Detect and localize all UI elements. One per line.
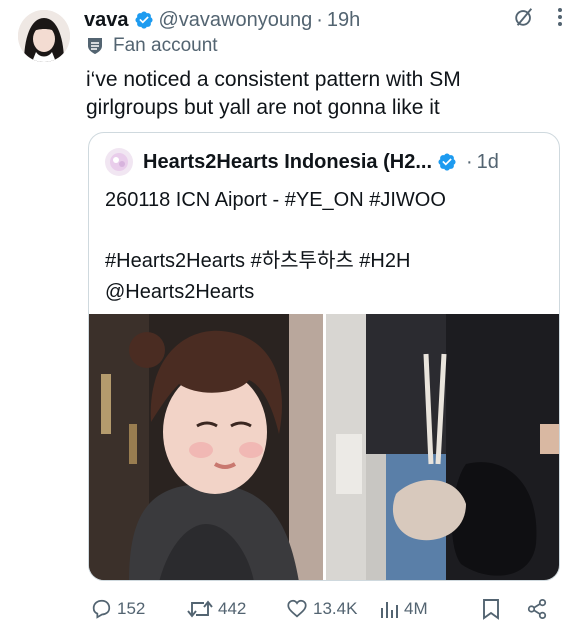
share-icon [526, 598, 548, 620]
like-button[interactable]: 13.4K [286, 594, 357, 624]
quoted-author-name[interactable]: Hearts2Hearts Indonesia (H2... [143, 151, 432, 174]
repost-button[interactable]: 442 [187, 594, 246, 624]
quoted-tweet-text: 260118 ICN Aiport - #YE_ON #JIWOO #Heart… [105, 185, 545, 308]
separator-dot: · [466, 150, 473, 173]
reply-icon [90, 598, 112, 620]
quoted-tweet-timestamp[interactable]: 1d [477, 151, 499, 174]
views-button[interactable]: 4M [379, 594, 428, 624]
repost-icon [187, 598, 213, 620]
grok-icon[interactable] [513, 6, 535, 34]
bookmark-button[interactable] [482, 594, 500, 624]
action-bar: 152 442 13.4K 4M [90, 594, 558, 624]
quoted-tweet[interactable]: Hearts2Hearts Indonesia (H2... · 1d 2601… [88, 132, 560, 581]
views-count: 4M [404, 599, 428, 618]
shield-icon [86, 36, 104, 56]
separator-dot: · [316, 8, 323, 31]
tweet-header: vava @vavawonyoung · 19h [84, 6, 563, 34]
verified-badge-icon [134, 10, 154, 30]
author-name[interactable]: vava [84, 9, 129, 32]
share-button[interactable] [526, 594, 548, 624]
views-icon [379, 598, 399, 620]
verified-badge-icon [437, 152, 457, 172]
quoted-tweet-header: Hearts2Hearts Indonesia (H2... · 1d [105, 147, 547, 177]
quoted-author-avatar [105, 148, 133, 176]
quoted-text-line: 260118 ICN Aiport - #YE_ON #JIWOO [105, 189, 446, 211]
more-icon[interactable] [557, 7, 563, 33]
photo-right[interactable] [325, 314, 560, 580]
bookmark-icon [482, 598, 500, 620]
reply-count: 152 [117, 599, 146, 618]
repost-count: 442 [218, 599, 247, 618]
photo-left[interactable] [89, 314, 323, 580]
quoted-text-mention: @Hearts2Hearts [105, 281, 255, 303]
tweet-text: i‘ve noticed a consistent pattern with S… [86, 68, 461, 119]
author-avatar[interactable] [18, 10, 70, 62]
quoted-text-hashtags: #Hearts2Hearts #하츠투하츠 #H2H [105, 250, 411, 272]
like-count: 13.4K [313, 599, 358, 618]
author-handle[interactable]: @vavawonyoung [159, 9, 313, 32]
reply-button[interactable]: 152 [90, 594, 145, 624]
account-label: Fan account [86, 35, 218, 57]
heart-icon [286, 598, 308, 620]
account-label-text: Fan account [113, 35, 218, 56]
tweet-timestamp[interactable]: 19h [327, 9, 360, 32]
quoted-media [89, 314, 560, 580]
